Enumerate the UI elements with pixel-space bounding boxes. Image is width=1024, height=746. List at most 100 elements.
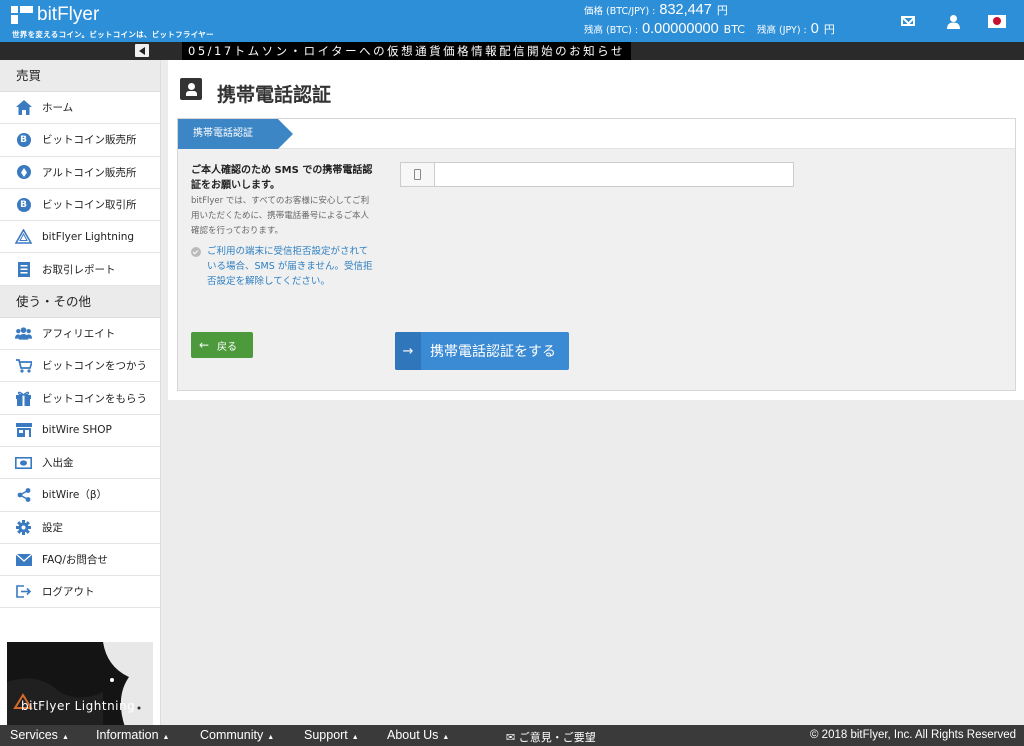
sidebar-item-label: ログアウト xyxy=(42,586,95,599)
money-icon xyxy=(15,454,32,471)
news-bar: 05/17トムソン・ロイターへの仮想通貨価格情報配信開始のお知らせ xyxy=(0,42,1024,60)
sidebar-item-label: アルトコイン販売所 xyxy=(42,166,137,179)
report-icon xyxy=(15,261,32,278)
sidebar-item-label: ビットコイン取引所 xyxy=(42,199,137,212)
sidebar-item-label: ビットコイン販売所 xyxy=(42,134,137,147)
sidebar-section-trade: 売買 xyxy=(0,60,160,92)
sidebar-item-label: 設定 xyxy=(42,521,63,534)
step-indicator: 携帯電話認証 xyxy=(178,119,293,149)
sidebar: 売買 ホーム B ビットコイン販売所 アルトコイン販売所 B ビットコイン取引所… xyxy=(0,60,161,727)
bitcoin-icon: B xyxy=(15,196,32,213)
btc-balance-label: 残高 (BTC) : xyxy=(584,25,639,36)
caret-up-icon: ▲ xyxy=(442,734,450,741)
verification-panel: 携帯電話認証 ご本人確認のため SMS での携帯電話認証をお願いします。 bit… xyxy=(177,118,1016,391)
sidebar-item-affiliate[interactable]: アフィリエイト xyxy=(0,318,160,351)
footer-link-community[interactable]: Community ▲ xyxy=(200,728,274,742)
verify-phone-button-label: 携帯電話認証をする xyxy=(430,344,556,360)
sidebar-item-bitcoin-exchange[interactable]: B ビットコイン取引所 xyxy=(0,189,160,222)
gear-icon xyxy=(15,519,32,536)
sidebar-item-report[interactable]: お取引レポート xyxy=(0,253,160,286)
footer-link-services[interactable]: Services ▲ xyxy=(10,728,69,742)
banner-artwork xyxy=(7,642,153,727)
sidebar-item-label: お取引レポート xyxy=(42,263,116,276)
caret-up-icon: ▲ xyxy=(162,734,170,741)
copyright: © 2018 bitFlyer, Inc. All Rights Reserve… xyxy=(810,729,1016,741)
jpy-balance-label: 残高 (JPY) : xyxy=(756,25,807,36)
sidebar-item-label: 入出金 xyxy=(42,457,74,470)
sidebar-item-label: FAQ/お問合せ xyxy=(42,554,108,566)
mail-icon[interactable] xyxy=(899,12,917,30)
back-button[interactable]: ← 戻る xyxy=(191,332,253,358)
sidebar-item-spend-bitcoin[interactable]: ビットコインをつかう xyxy=(0,350,160,383)
footer-link-information[interactable]: Information ▲ xyxy=(96,728,169,742)
main-content: 携帯電話認証 携帯電話認証 ご本人確認のため SMS での携帯電話認証をお願いし… xyxy=(168,60,1024,400)
jpy-balance-value: 0 xyxy=(810,21,819,37)
footer-link-support[interactable]: Support ▲ xyxy=(304,728,359,742)
sms-note: ご利用の端末に受信拒否設定がされている場合、SMS が届きません。受信拒否設定を… xyxy=(191,244,376,289)
users-icon xyxy=(15,325,32,342)
bitcoin-icon: B xyxy=(15,131,32,148)
sidebar-section-other: 使う・その他 xyxy=(0,285,160,318)
sidebar-item-label: ホーム xyxy=(42,102,74,115)
cart-icon xyxy=(15,357,32,374)
arrow-right-icon: → xyxy=(395,332,421,370)
mail-icon xyxy=(15,551,32,568)
sidebar-item-bitwire-shop[interactable]: bitWire SHOP xyxy=(0,415,160,447)
sidebar-item-deposit-withdraw[interactable]: 入出金 xyxy=(0,447,160,480)
sidebar-item-faq[interactable]: FAQ/お問合せ xyxy=(0,544,160,577)
caret-up-icon: ▲ xyxy=(267,734,275,741)
logo-text: bitFlyer xyxy=(37,4,100,25)
price-unit: 円 xyxy=(716,4,728,17)
sidebar-item-label: アフィリエイト xyxy=(42,327,116,340)
price-label: 価格 (BTC/JPY) : xyxy=(584,6,656,17)
phone-number-input[interactable] xyxy=(435,163,793,186)
bitflyer-logo[interactable]: bitFlyer xyxy=(11,5,99,25)
sidebar-item-label: bitWire SHOP xyxy=(42,424,112,437)
sidebar-item-logout[interactable]: ログアウト xyxy=(0,576,160,609)
lightning-banner[interactable]: bitFlyer Lightning xyxy=(7,642,153,727)
price-panel: 価格 (BTC/JPY) : 832,447 円 残高 (BTC) : 0.00… xyxy=(584,2,835,40)
tagline: 世界を変えるコイン。ビットコインは、ビットフライヤー xyxy=(12,30,214,39)
btc-unit: BTC xyxy=(723,23,745,36)
instruction-heading: ご本人確認のため SMS での携帯電話認証をお願いします。 xyxy=(191,165,373,191)
sidebar-item-label: bitWire（β） xyxy=(42,489,108,502)
sidebar-item-earn-bitcoin[interactable]: ビットコインをもらう xyxy=(0,382,160,415)
news-ticker[interactable]: 05/17トムソン・ロイターへの仮想通貨価格情報配信開始のお知らせ xyxy=(182,42,631,60)
banner-text: bitFlyer Lightning xyxy=(21,699,136,713)
mobile-phone-icon xyxy=(401,163,435,186)
contact-card-icon xyxy=(180,78,202,100)
sidebar-item-label: ビットコインをつかう xyxy=(42,360,147,373)
top-header: bitFlyer 世界を変えるコイン。ビットコインは、ビットフライヤー 価格 (… xyxy=(0,0,1024,42)
sms-note-text: ご利用の端末に受信拒否設定がされている場合、SMS が届きません。受信拒否設定を… xyxy=(207,246,373,287)
step-header: 携帯電話認証 xyxy=(178,119,1015,149)
shop-icon xyxy=(15,422,32,439)
sidebar-item-home[interactable]: ホーム xyxy=(0,92,160,125)
sidebar-item-settings[interactable]: 設定 xyxy=(0,512,160,544)
japan-flag-icon[interactable] xyxy=(988,12,1006,30)
ethereum-icon xyxy=(15,164,32,181)
jpy-unit: 円 xyxy=(823,23,835,36)
sidebar-item-lightning[interactable]: bitFlyer Lightning xyxy=(0,221,160,254)
footer-link-about[interactable]: About Us ▲ xyxy=(387,728,449,742)
sidebar-item-bitcoin-shop[interactable]: B ビットコイン販売所 xyxy=(0,124,160,157)
caret-up-icon: ▲ xyxy=(61,734,69,741)
price-value: 832,447 xyxy=(659,2,712,18)
sidebar-item-label: bitFlyer Lightning xyxy=(42,230,135,243)
sidebar-collapse-button[interactable] xyxy=(135,44,149,57)
page-title: 携帯電話認証 xyxy=(217,84,332,106)
share-icon xyxy=(15,486,32,503)
sidebar-item-altcoin-shop[interactable]: アルトコイン販売所 xyxy=(0,157,160,189)
instructions: ご本人確認のため SMS での携帯電話認証をお願いします。 bitFlyer で… xyxy=(191,163,376,289)
verify-phone-button[interactable]: → 携帯電話認証をする xyxy=(395,332,569,370)
sidebar-item-label: ビットコインをもらう xyxy=(42,392,147,405)
envelope-icon: ✉ xyxy=(506,731,516,744)
logout-icon xyxy=(15,583,32,600)
check-circle-icon xyxy=(191,247,201,257)
footer-feedback-link[interactable]: ✉ ご意見・ご要望 xyxy=(506,729,596,745)
caret-up-icon: ▲ xyxy=(351,734,359,741)
account-icon[interactable] xyxy=(944,12,962,30)
back-button-label: 戻る xyxy=(217,341,237,353)
lightning-triangle-icon xyxy=(15,228,32,245)
sidebar-item-bitwire[interactable]: bitWire（β） xyxy=(0,479,160,512)
instruction-body: bitFlyer では、すべてのお客様に安心してご利用いただくために、携帯電話番… xyxy=(191,196,370,236)
